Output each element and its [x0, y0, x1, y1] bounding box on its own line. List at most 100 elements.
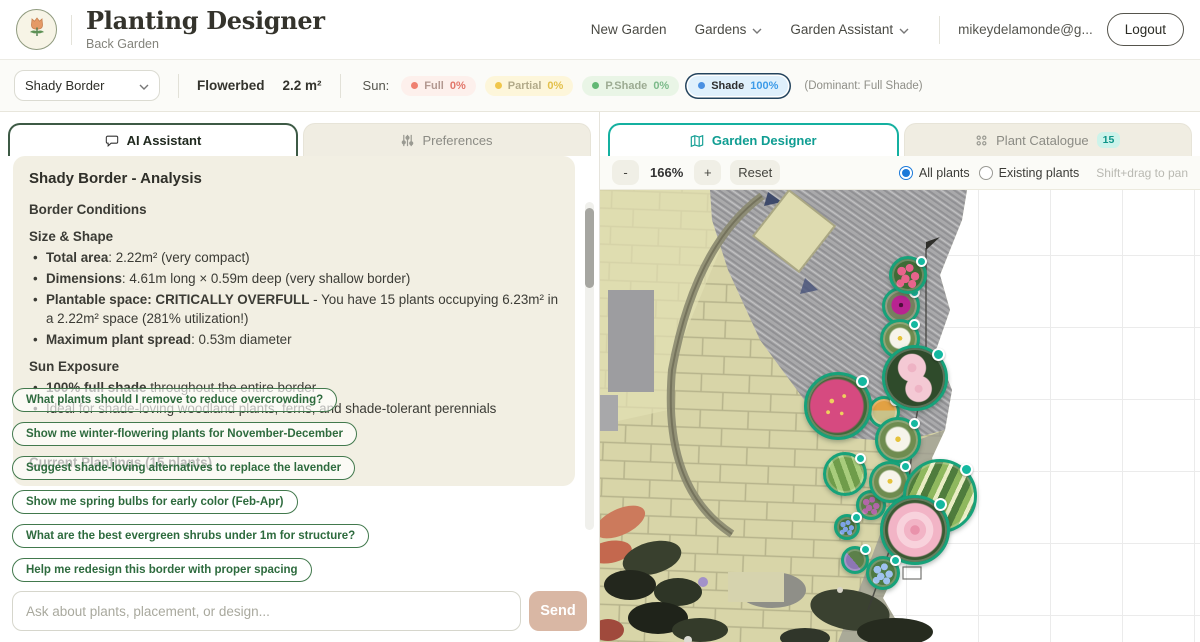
- main-nav: New Garden Gardens Garden Assistant: [591, 22, 909, 37]
- divider: [178, 74, 179, 98]
- header-divider: [71, 15, 72, 45]
- tab-label: AI Assistant: [127, 133, 202, 148]
- nav-item-garden-assistant[interactable]: Garden Assistant: [790, 22, 909, 37]
- radio-all-plants[interactable]: All plants: [899, 166, 970, 180]
- analysis-bullet: Total area: 2.22m² (very compact): [29, 248, 559, 267]
- chevron-down-icon: [752, 22, 762, 37]
- suggestion-chip-2[interactable]: Show me winter-flowering plants for Nove…: [12, 422, 357, 446]
- sun-badge-shade[interactable]: Shade 100%: [688, 76, 788, 96]
- badge-dot-icon: [698, 82, 705, 89]
- chat-scrollbar-thumb[interactable]: [585, 208, 594, 288]
- plant-handle-hydrangea-pink[interactable]: [856, 375, 869, 388]
- send-button[interactable]: Send: [529, 591, 587, 631]
- plant-handle-white-anemone-3[interactable]: [900, 461, 911, 472]
- analysis-title: Shady Border - Analysis: [29, 170, 559, 187]
- assistant-panel: AI Assistant Preferences Shady Border - …: [0, 112, 600, 642]
- plant-handle-camellia-pink[interactable]: [934, 498, 947, 511]
- tab-preferences[interactable]: Preferences: [303, 123, 591, 156]
- tab-ai-assistant[interactable]: AI Assistant: [8, 123, 298, 156]
- plant-handle-pink-roses[interactable]: [932, 348, 945, 361]
- suggestion-chips: What plants should I remove to reduce ov…: [12, 388, 587, 582]
- logout-button[interactable]: Logout: [1107, 13, 1184, 46]
- plant-handle-white-anemone-2[interactable]: [909, 418, 920, 429]
- badge-dot-icon: [411, 82, 418, 89]
- nav-divider: [939, 16, 940, 44]
- sliders-icon: [401, 134, 414, 147]
- app-logo: [16, 9, 57, 50]
- chat-bubble-icon: [105, 134, 119, 148]
- tab-label: Preferences: [422, 133, 492, 148]
- badge-label: Shade: [711, 80, 744, 92]
- badge-value: 0%: [547, 80, 563, 92]
- sun-badge-full[interactable]: Full 0%: [401, 76, 475, 96]
- radio-icon: [979, 166, 993, 180]
- border-info-bar: Shady Border Flowerbed 2.2 m² Sun: Full 0…: [0, 60, 1200, 112]
- tab-garden-designer[interactable]: Garden Designer: [608, 123, 899, 156]
- suggestion-chip-3[interactable]: Suggest shade-loving alternatives to rep…: [12, 456, 355, 480]
- suggestion-chip-6[interactable]: Help me redesign this border with proper…: [12, 558, 312, 582]
- plant-handle-brunnera-blue[interactable]: [851, 512, 862, 523]
- analysis-bullet: Plantable space: CRITICALLY OVERFULL - Y…: [29, 290, 559, 328]
- suggestion-chip-1[interactable]: What plants should I remove to reduce ov…: [12, 388, 337, 412]
- nav-item-gardens[interactable]: Gardens: [695, 22, 763, 37]
- nav-item-label: Gardens: [695, 22, 747, 37]
- plant-handle-mixed-bed[interactable]: [860, 544, 871, 555]
- designer-toolbar: - 166% + Reset All plants Existing plant…: [600, 156, 1200, 190]
- app-header: Planting Designer Back Garden New Garden…: [0, 0, 1200, 60]
- sun-label: Sun:: [363, 78, 390, 93]
- analysis-heading: Border Conditions: [29, 200, 559, 219]
- suggestion-chip-4[interactable]: Show me spring bulbs for early color (Fe…: [12, 490, 298, 514]
- nav-item-label: New Garden: [591, 22, 667, 37]
- sun-exposure-badges: Full 0% Partial 0% P.Shade 0% Shade 100%: [401, 76, 788, 96]
- divider: [340, 74, 341, 98]
- plant-handle-pink-bouquet[interactable]: [916, 256, 927, 267]
- analysis-heading: Sun Exposure: [29, 357, 559, 376]
- suggestion-chip-5[interactable]: What are the best evergreen shrubs under…: [12, 524, 369, 548]
- tulip-logo-icon: [25, 15, 49, 44]
- badge-label: P.Shade: [605, 80, 647, 92]
- badge-label: Full: [424, 80, 444, 92]
- zoom-level: 166%: [650, 165, 683, 180]
- badge-value: 0%: [653, 80, 669, 92]
- badge-dot-icon: [495, 82, 502, 89]
- chevron-down-icon: [899, 22, 909, 37]
- map-icon: [690, 134, 704, 148]
- badge-label: Partial: [508, 80, 542, 92]
- nav-item-new-garden[interactable]: New Garden: [591, 22, 667, 37]
- plant-handle-euonymus-variegated[interactable]: [960, 463, 973, 476]
- analysis-bullet: Dimensions: 4.61m long × 0.59m deep (ver…: [29, 269, 559, 288]
- user-email: mikeydelamonde@g...: [958, 22, 1093, 37]
- badge-value: 100%: [750, 80, 778, 92]
- dominant-shade-note: (Dominant: Full Shade): [804, 80, 922, 92]
- radio-label: All plants: [919, 166, 970, 180]
- badge-value: 0%: [450, 80, 466, 92]
- page-title: Planting Designer: [86, 8, 325, 33]
- reset-view-button[interactable]: Reset: [730, 160, 780, 185]
- badge-dot-icon: [592, 82, 599, 89]
- tab-plant-catalogue[interactable]: Plant Catalogue 15: [904, 123, 1193, 156]
- plant-count-badge: 15: [1097, 132, 1121, 148]
- garden-map-canvas[interactable]: [600, 190, 1200, 642]
- radio-existing-plants[interactable]: Existing plants: [979, 166, 1080, 180]
- plant-handle-white-anemone-1[interactable]: [909, 319, 920, 330]
- zoom-in-button[interactable]: +: [694, 160, 721, 185]
- chat-body: Shady Border - Analysis Border Condition…: [0, 156, 599, 642]
- tab-label: Garden Designer: [712, 133, 817, 148]
- analysis-bullet: Maximum plant spread: 0.53m diameter: [29, 330, 559, 349]
- radio-icon: [899, 166, 913, 180]
- sun-badge-pshade[interactable]: P.Shade 0%: [582, 76, 679, 96]
- sun-badge-partial[interactable]: Partial 0%: [485, 76, 574, 96]
- bed-type-label: Flowerbed: [197, 78, 265, 93]
- radio-label: Existing plants: [999, 166, 1080, 180]
- nav-item-label: Garden Assistant: [790, 22, 893, 37]
- plant-handle-forget-me-not[interactable]: [890, 555, 901, 566]
- border-select-value: Shady Border: [25, 78, 105, 93]
- bed-area-value: 2.2 m²: [283, 78, 322, 93]
- plant-handle-hellebore-foliage[interactable]: [855, 453, 866, 464]
- border-select[interactable]: Shady Border: [14, 70, 160, 101]
- tab-label: Plant Catalogue: [996, 133, 1089, 148]
- chat-input[interactable]: [12, 591, 521, 631]
- chevron-down-icon: [139, 78, 149, 93]
- page-subtitle: Back Garden: [86, 37, 325, 51]
- zoom-out-button[interactable]: -: [612, 160, 639, 185]
